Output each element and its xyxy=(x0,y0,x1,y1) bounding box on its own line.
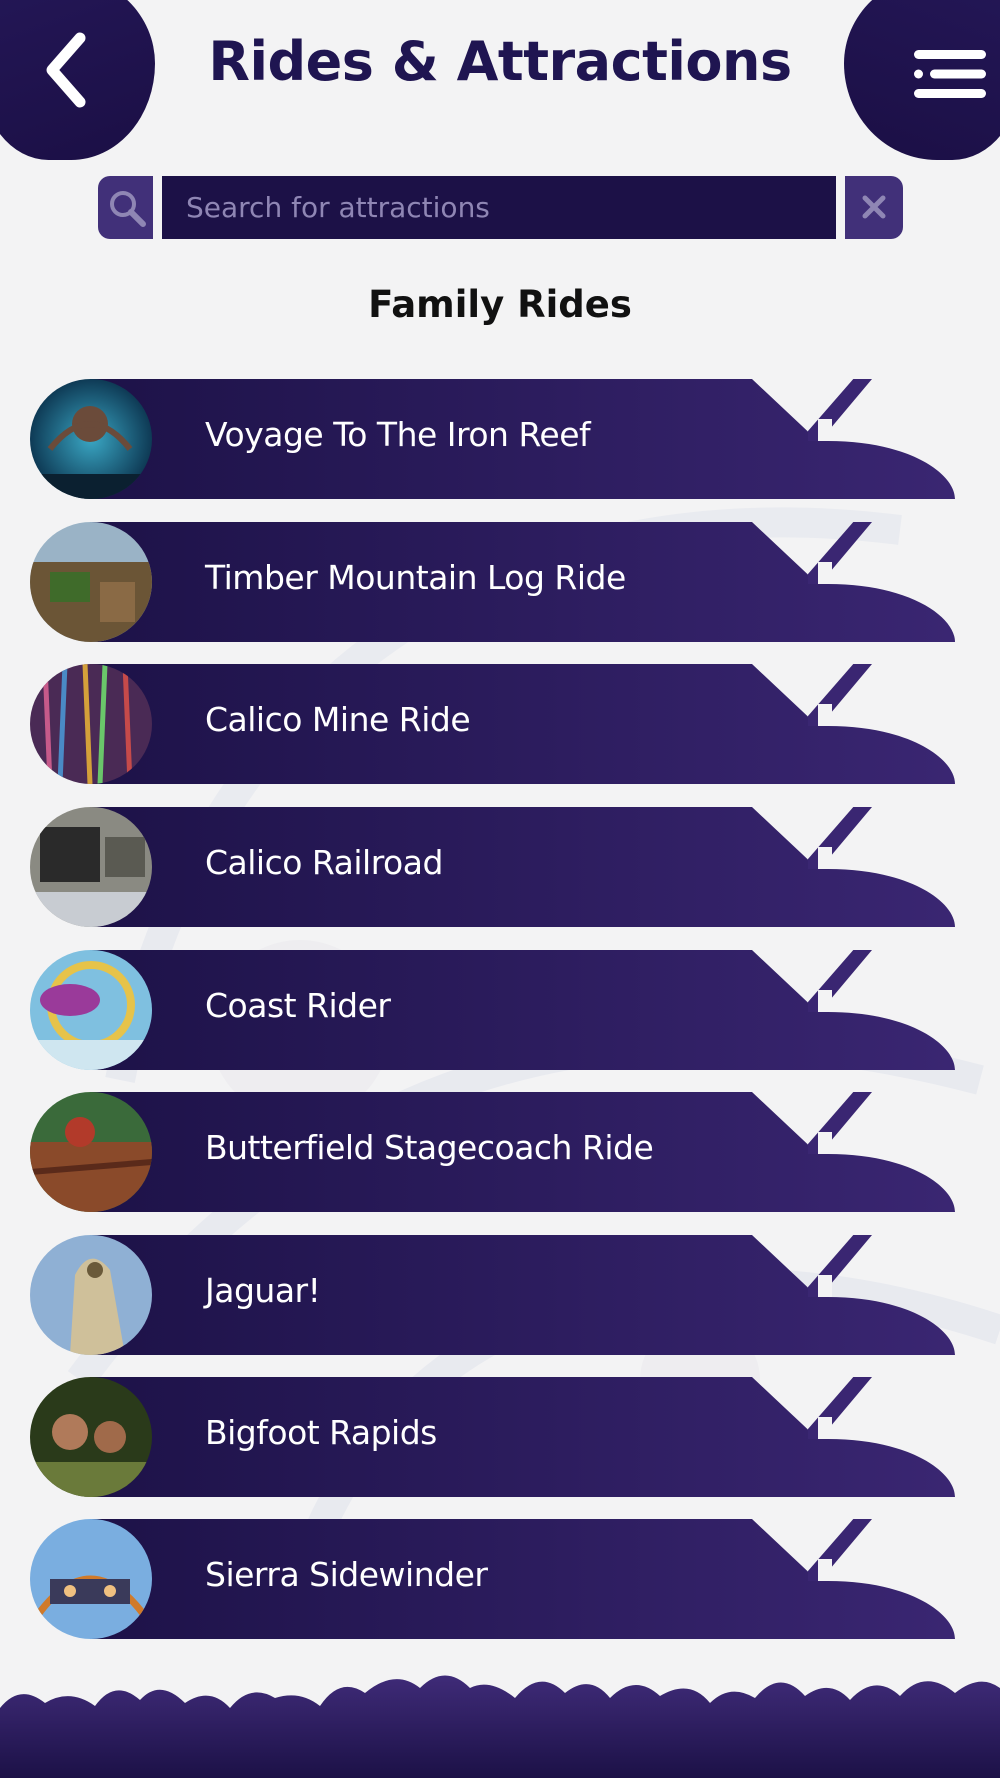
ride-item[interactable]: Butterfield Stagecoach Ride xyxy=(30,1092,960,1212)
ride-thumbnail xyxy=(30,1377,152,1497)
ride-item[interactable]: Coast Rider xyxy=(30,950,960,1070)
ride-thumbnail xyxy=(30,1092,152,1212)
back-button[interactable] xyxy=(0,0,155,160)
ride-name: Calico Railroad xyxy=(205,843,443,882)
ride-banner xyxy=(90,1377,955,1497)
ride-banner xyxy=(90,1235,955,1355)
close-icon xyxy=(862,195,886,219)
clear-search-button[interactable] xyxy=(845,176,903,239)
ride-banner xyxy=(90,950,955,1070)
app-header: Rides & Attractions xyxy=(0,0,1000,165)
chevron-left-icon xyxy=(46,32,86,108)
ride-thumbnail xyxy=(30,1519,152,1639)
ride-name: Bigfoot Rapids xyxy=(205,1413,437,1452)
ride-thumbnail xyxy=(30,522,152,642)
ride-name: Voyage To The Iron Reef xyxy=(205,415,591,454)
ride-item[interactable]: Jaguar! xyxy=(30,1235,960,1355)
page-title: Rides & Attractions xyxy=(208,30,792,93)
ride-name: Calico Mine Ride xyxy=(205,700,471,739)
ride-name: Jaguar! xyxy=(205,1271,321,1310)
ride-name: Sierra Sidewinder xyxy=(205,1555,488,1594)
menu-icon xyxy=(914,50,986,98)
search-input[interactable] xyxy=(162,176,836,239)
ride-thumbnail xyxy=(30,379,152,499)
menu-button[interactable] xyxy=(844,0,1000,160)
ride-thumbnail xyxy=(30,1235,152,1355)
footer-decoration xyxy=(0,1675,1000,1778)
ride-banner xyxy=(90,664,955,784)
ride-item[interactable]: Sierra Sidewinder xyxy=(30,1519,960,1639)
ride-thumbnail xyxy=(30,950,152,1070)
search-button[interactable] xyxy=(98,176,153,239)
ride-item[interactable]: Timber Mountain Log Ride xyxy=(30,522,960,642)
ride-thumbnail xyxy=(30,807,152,927)
ride-name: Timber Mountain Log Ride xyxy=(205,558,626,597)
search-icon xyxy=(110,191,146,227)
ride-name: Coast Rider xyxy=(205,986,391,1025)
ride-banner xyxy=(90,1519,955,1639)
ride-item[interactable]: Bigfoot Rapids xyxy=(30,1377,960,1497)
ride-list: Voyage To The Iron Reef Timber Mountain … xyxy=(0,0,1000,1778)
search-bar xyxy=(98,176,903,239)
ride-item[interactable]: Voyage To The Iron Reef xyxy=(30,379,960,499)
ride-item[interactable]: Calico Mine Ride xyxy=(30,664,960,784)
section-title: Family Rides xyxy=(368,283,632,326)
ride-name: Butterfield Stagecoach Ride xyxy=(205,1128,654,1167)
ride-thumbnail xyxy=(30,664,152,784)
ride-item[interactable]: Calico Railroad xyxy=(30,807,960,927)
ride-banner xyxy=(90,807,955,927)
